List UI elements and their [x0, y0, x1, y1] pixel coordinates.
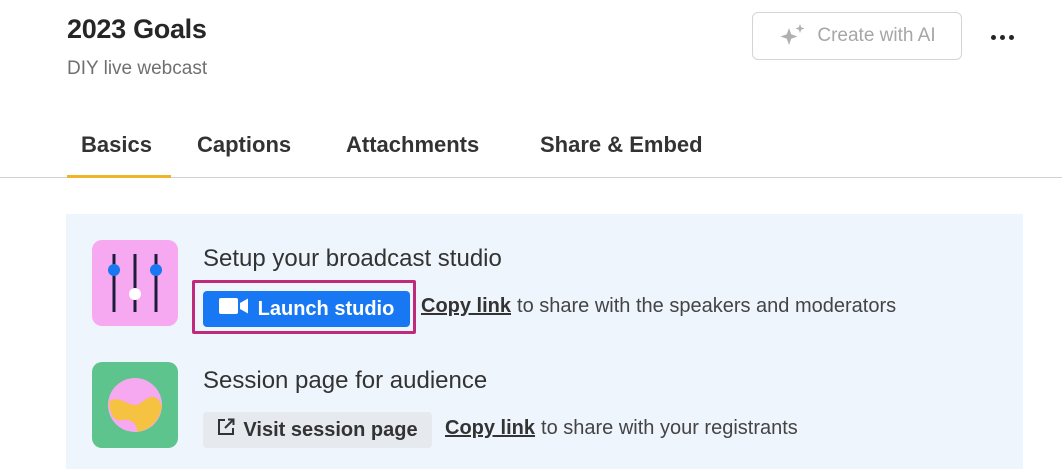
session-page-icon: [92, 362, 178, 448]
session-copy-link[interactable]: Copy link: [445, 417, 535, 439]
video-camera-icon: [218, 297, 249, 321]
studio-copy-line: Copy link to share with the speakers and …: [421, 295, 896, 318]
create-with-ai-button[interactable]: Create with AI: [752, 12, 962, 60]
tab-basics[interactable]: Basics: [67, 130, 171, 178]
create-with-ai-label: Create with AI: [817, 25, 936, 46]
tab-basics-label: Basics: [81, 132, 152, 157]
launch-studio-button[interactable]: Launch studio: [203, 291, 410, 327]
studio-copy-description: to share with the speakers and moderator…: [517, 295, 897, 317]
tab-captions-label: Captions: [197, 132, 292, 157]
mixer-sliders-icon: [92, 240, 178, 326]
page-subtitle: DIY live webcast: [67, 58, 208, 79]
tab-share-embed[interactable]: Share & Embed: [540, 130, 703, 178]
tab-captions[interactable]: Captions: [197, 130, 291, 178]
sparkle-icon: [778, 23, 808, 49]
studio-copy-link[interactable]: Copy link: [421, 295, 511, 317]
tab-bar: Basics Captions Attachments Share & Embe…: [0, 120, 1062, 178]
session-page-title: Session page for audience: [203, 367, 488, 394]
visit-session-page-button[interactable]: Visit session page: [203, 412, 432, 448]
page-title: 2023 Goals: [67, 14, 207, 44]
more-horizontal-icon: [990, 34, 1014, 40]
broadcast-studio-title: Setup your broadcast studio: [203, 245, 502, 272]
external-link-icon: [217, 418, 235, 442]
session-copy-line: Copy link to share with your registrants: [445, 417, 798, 440]
page: 2023 Goals DIY live webcast Create with …: [0, 0, 1062, 469]
tab-attachments-label: Attachments: [346, 132, 480, 157]
visit-session-page-label: Visit session page: [243, 418, 418, 441]
launch-studio-label: Launch studio: [257, 297, 395, 320]
session-copy-description: to share with your registrants: [541, 417, 798, 439]
setup-card: Setup your broadcast studio Launch studi…: [66, 214, 1023, 469]
tab-attachments[interactable]: Attachments: [346, 130, 479, 178]
tab-share-embed-label: Share & Embed: [540, 132, 703, 157]
more-options-button[interactable]: [984, 24, 1020, 50]
